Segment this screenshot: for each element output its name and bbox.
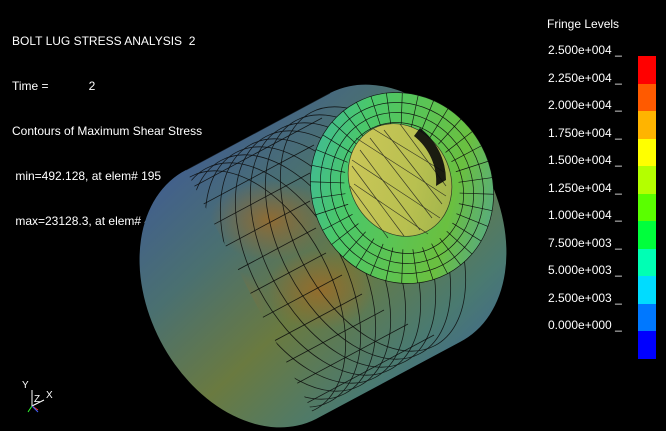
triad-y-label: Y [22, 380, 29, 391]
fringe-levels-title: Fringe Levels [547, 17, 620, 31]
fringe-level-label: 0.000e+000 _ [548, 318, 622, 332]
fringe-color-swatch [638, 276, 656, 304]
fringe-color-bar [638, 56, 656, 359]
triad-x-label: X [46, 390, 53, 401]
fringe-color-swatch [638, 138, 656, 166]
fringe-level-label: 2.250e+004 _ [548, 70, 622, 85]
fringe-color-swatch [638, 111, 656, 139]
coordinate-triad: Y X Z [14, 380, 64, 420]
fringe-level-label: 1.500e+004 _ [548, 153, 622, 167]
fringe-color-swatch [638, 166, 656, 194]
fringe-color-swatch [638, 248, 656, 276]
fringe-color-swatch [638, 83, 656, 111]
triad-z-label: Z [34, 394, 41, 405]
fringe-level-label: 2.500e+003 _ [548, 290, 622, 305]
fringe-level-label: 2.000e+004 _ [548, 98, 622, 112]
fringe-level-label: 1.250e+004 _ [548, 180, 622, 195]
fringe-color-swatch [638, 193, 656, 221]
fringe-level-label: 7.500e+003 _ [548, 235, 622, 250]
fringe-level-label: 1.750e+004 _ [548, 125, 622, 140]
fringe-color-swatch [638, 221, 656, 249]
fringe-level-label: 5.000e+003 _ [548, 263, 622, 277]
fringe-level-label: 1.000e+004 _ [548, 208, 622, 222]
fringe-color-swatch [638, 56, 656, 84]
fringe-color-swatch [638, 331, 656, 359]
fringe-color-swatch [638, 303, 656, 331]
graphics-viewport[interactable]: BOLT LUG STRESS ANALYSIS 2 Time = 2 Conto… [0, 0, 666, 431]
fringe-level-label: 2.500e+004 _ [548, 43, 622, 57]
